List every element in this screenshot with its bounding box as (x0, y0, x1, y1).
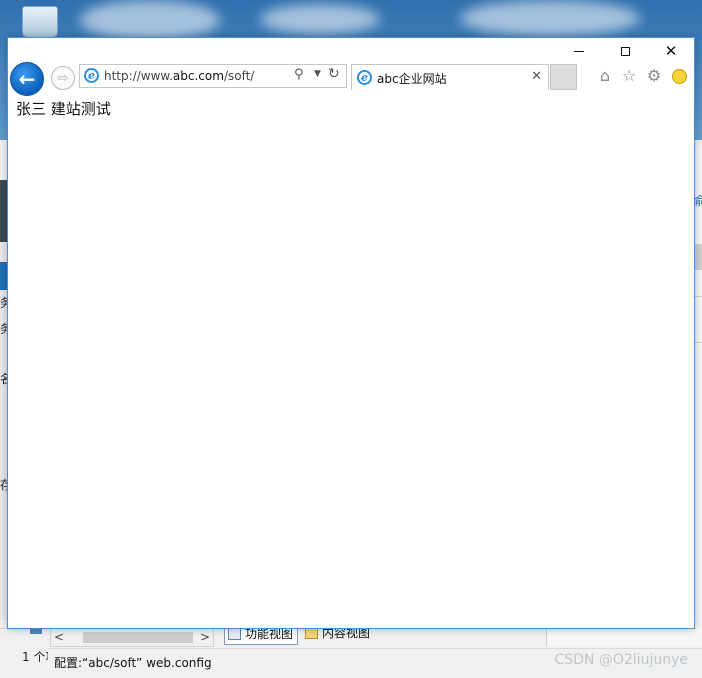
background-right-strip (694, 150, 702, 630)
close-button[interactable]: ✕ (648, 38, 694, 64)
back-button[interactable]: ← (10, 62, 44, 96)
close-icon: ✕ (664, 41, 678, 60)
ie-logo-icon: e (84, 68, 99, 83)
url-path: /soft/ (223, 69, 255, 83)
scroll-right-icon[interactable]: > (197, 629, 213, 646)
url-domain: abc.com (172, 69, 224, 83)
tab-title: abc企业网站 (377, 72, 447, 86)
background-right-divider (694, 342, 702, 343)
url-text[interactable]: http://www.abc.com/soft/ (104, 69, 254, 83)
item-count: 1 个项 (22, 650, 48, 664)
gear-icon[interactable]: ⚙ (644, 66, 664, 86)
background-right-selection (694, 244, 702, 270)
browser-tab[interactable]: e abc企业网站 ✕ (351, 64, 549, 90)
desktop-cloud (460, 0, 640, 36)
scroll-left-icon[interactable]: < (51, 629, 67, 646)
tab-label: 功能视图 (245, 627, 294, 641)
features-view-icon (228, 628, 241, 640)
search-icon[interactable]: ⚲ (294, 67, 304, 82)
home-icon[interactable]: ⌂ (595, 66, 615, 86)
background-right-divider (694, 296, 702, 297)
close-tab-icon[interactable]: ✕ (531, 69, 542, 84)
scroll-thumb[interactable] (83, 632, 193, 643)
forward-button[interactable]: ⇨ (51, 66, 75, 90)
back-arrow-icon: ← (18, 67, 36, 91)
smiley-icon[interactable] (669, 66, 689, 86)
background-right-char: 俞 (694, 194, 702, 208)
browser-window: ✕ ← ⇨ e http://www.abc.com/soft/ ⚲ ▼ ↻ e… (7, 37, 695, 629)
background-right-pane (546, 628, 702, 646)
new-tab-button[interactable] (550, 64, 577, 90)
url-prefix: http://www. (104, 69, 173, 83)
refresh-icon[interactable]: ↻ (328, 66, 340, 82)
forward-arrow-icon: ⇨ (57, 70, 69, 86)
status-text: 配置:“abc/soft” web.config (54, 656, 212, 670)
desktop-cloud (80, 0, 220, 40)
address-bar[interactable]: e http://www.abc.com/soft/ ⚲ ▼ ↻ (79, 64, 347, 88)
title-bar[interactable]: ✕ (8, 38, 694, 64)
minimize-button[interactable] (556, 38, 602, 64)
star-icon[interactable]: ☆ (619, 66, 639, 86)
horizontal-scrollbar[interactable]: < > (50, 628, 214, 647)
page-body-text: 张三 建站测试 (16, 100, 111, 118)
status-bar: 配置:“abc/soft” web.config CSDN @O2liujuny… (48, 648, 702, 675)
navigation-bar: ← ⇨ e http://www.abc.com/soft/ ⚲ ▼ ↻ e a… (8, 62, 694, 96)
maximize-button[interactable] (602, 38, 648, 64)
chevron-down-icon[interactable]: ▼ (314, 69, 321, 79)
minimize-icon (574, 50, 584, 52)
desktop-cloud (260, 4, 380, 34)
page-content: 张三 建站测试 (8, 96, 694, 628)
maximize-icon (620, 46, 630, 56)
ie-logo-icon: e (357, 70, 372, 85)
recycle-bin-icon[interactable] (22, 6, 58, 38)
watermark: CSDN @O2liujunye (554, 652, 688, 668)
